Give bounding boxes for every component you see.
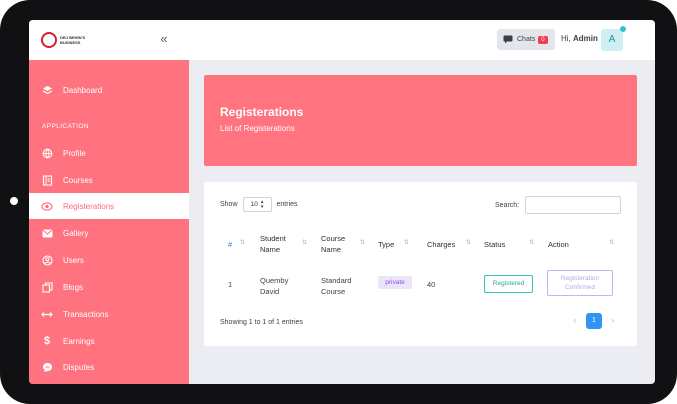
avatar[interactable]: A xyxy=(601,29,623,51)
sort-icon[interactable]: ⇅ xyxy=(240,239,245,246)
sidebar-item-label: Courses xyxy=(63,175,93,185)
table-info: Showing 1 to 1 of 1 entries xyxy=(220,319,303,326)
sidebar-item-label: Users xyxy=(63,255,84,265)
sidebar-item-label: Dashboard xyxy=(63,85,103,95)
registrations-card: Show 10 ▴ ▾ entries Search: # ⇅ Student N… xyxy=(204,182,637,346)
page-size-value: 10 xyxy=(250,201,258,208)
sidebar-item-dashboard[interactable]: Dashboard xyxy=(29,77,189,103)
registration-confirmed-button[interactable]: Registeration Confirmed xyxy=(547,270,613,296)
chats-count-badge: 0 xyxy=(538,35,548,44)
column-header-charges[interactable]: Charges xyxy=(427,239,455,250)
book-icon xyxy=(41,174,53,186)
next-page-button[interactable]: › xyxy=(606,314,620,328)
cell-course-name: Standard Course xyxy=(321,276,352,296)
online-status-dot xyxy=(620,26,626,32)
greeting: Hi, Admin xyxy=(561,34,598,43)
sort-icon[interactable]: ⇅ xyxy=(529,239,534,246)
user-icon xyxy=(41,254,53,266)
sort-icon[interactable]: ⇅ xyxy=(360,239,365,246)
select-arrows-icon: ▴ ▾ xyxy=(260,198,264,210)
mail-icon xyxy=(41,227,53,239)
sort-icon[interactable]: ⇅ xyxy=(404,239,409,246)
sidebar-item-label: Transactions xyxy=(63,309,109,319)
chat-bubble-icon xyxy=(503,35,513,44)
dashboard-icon xyxy=(41,84,53,96)
show-label: Show xyxy=(220,201,238,208)
sidebar-item-courses[interactable]: Courses xyxy=(29,167,189,193)
sidebar-item-registerations[interactable]: Registerations xyxy=(29,193,189,219)
previous-page-button[interactable]: ‹ xyxy=(568,314,582,328)
sidebar-item-transactions[interactable]: Transactions xyxy=(29,301,189,327)
column-header-action[interactable]: Action xyxy=(548,239,569,250)
page-1-button[interactable]: 1 xyxy=(586,313,602,329)
pagination: ‹ 1 › xyxy=(568,313,620,329)
eye-icon xyxy=(41,200,53,212)
logo-mark-icon xyxy=(41,32,57,48)
globe-icon xyxy=(41,147,53,159)
page-size-control: Show 10 ▴ ▾ entries xyxy=(220,197,298,212)
sidebar-item-profile[interactable]: Profile xyxy=(29,140,189,166)
sidebar-item-blogs[interactable]: Blogs xyxy=(29,274,189,300)
sidebar-item-label: Profile xyxy=(63,148,86,158)
sidebar-section-label: APPLICATION xyxy=(42,123,89,130)
camera-dot xyxy=(10,197,18,205)
cell-number: 1 xyxy=(228,280,233,289)
top-bar: Chats 0 Hi, Admin A xyxy=(189,20,655,60)
cell-student-name: Quemby David xyxy=(260,276,289,296)
sidebar-item-label: Registerations xyxy=(63,201,115,211)
column-header-type[interactable]: Type xyxy=(378,239,394,250)
column-header-student-name[interactable]: Student Name xyxy=(260,233,300,255)
entries-label: entries xyxy=(276,201,298,208)
column-header-course-name[interactable]: Course Name xyxy=(321,233,357,255)
sidebar-item-users[interactable]: Users xyxy=(29,247,189,273)
page-banner: Registerations List of Registerations xyxy=(204,75,637,166)
sidebar-item-gallery[interactable]: Gallery xyxy=(29,220,189,246)
sidebar-item-disputes[interactable]: Disputes xyxy=(29,354,189,380)
brand-logo[interactable]: DRJ BEHIN'S BUSINESS xyxy=(41,32,89,48)
transfer-icon xyxy=(41,308,53,320)
cell-charges: 40 xyxy=(427,280,436,289)
greeting-text: Hi, xyxy=(561,34,571,43)
sort-icon[interactable]: ⇅ xyxy=(466,239,471,246)
copy-icon xyxy=(41,281,53,293)
sidebar-item-earnings[interactable]: $ Earnings xyxy=(29,328,189,354)
status-badge: Registered xyxy=(484,275,533,293)
sidebar-item-label: Disputes xyxy=(63,362,95,372)
column-header-status[interactable]: Status xyxy=(484,239,505,250)
collapse-sidebar-button[interactable]: « xyxy=(157,32,171,46)
column-header-number[interactable]: # xyxy=(228,239,232,250)
tablet-frame: DRJ BEHIN'S BUSINESS « Dashboard APPLICA… xyxy=(0,0,677,404)
dollar-icon: $ xyxy=(43,335,51,347)
chats-button[interactable]: Chats 0 xyxy=(497,29,555,50)
sidebar-header: DRJ BEHIN'S BUSINESS « xyxy=(29,20,189,60)
sidebar: DRJ BEHIN'S BUSINESS « Dashboard APPLICA… xyxy=(29,20,189,384)
user-name: Admin xyxy=(573,34,598,43)
page-subtitle: List of Registerations xyxy=(220,124,295,133)
chats-label: Chats xyxy=(517,36,536,43)
search-label: Search: xyxy=(495,202,520,209)
sidebar-item-label: Gallery xyxy=(63,228,89,238)
page-title: Registerations xyxy=(220,105,304,119)
sidebar-item-label: Blogs xyxy=(63,282,84,292)
type-badge: private xyxy=(378,276,412,289)
page-size-select[interactable]: 10 ▴ ▾ xyxy=(242,197,272,212)
search-input[interactable] xyxy=(525,196,621,214)
sidebar-item-label: Earnings xyxy=(63,336,95,346)
sort-icon[interactable]: ⇅ xyxy=(609,239,614,246)
chat-icon xyxy=(41,361,53,373)
app-screen: DRJ BEHIN'S BUSINESS « Dashboard APPLICA… xyxy=(29,20,655,384)
sort-icon[interactable]: ⇅ xyxy=(302,239,307,246)
logo-text: DRJ BEHIN'S BUSINESS xyxy=(60,35,86,45)
